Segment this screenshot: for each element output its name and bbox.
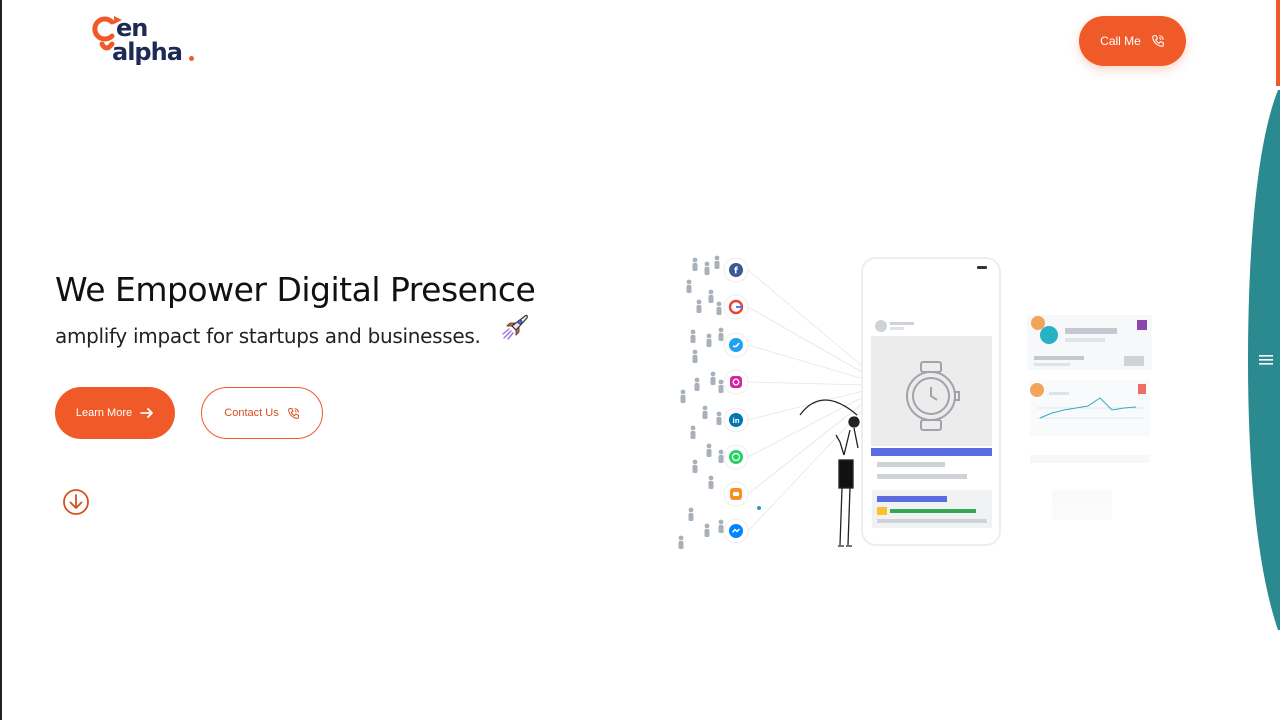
faded-card xyxy=(1030,455,1150,520)
hero-illustration: f in xyxy=(678,255,1152,549)
whatsapp-icon xyxy=(723,444,749,470)
messenger-icon xyxy=(723,518,749,544)
svg-text:in: in xyxy=(732,417,739,425)
rocket-icon xyxy=(502,314,528,340)
facebook-icon: f xyxy=(723,257,749,283)
logo[interactable]: en alpha xyxy=(90,12,200,72)
chat-card xyxy=(1027,315,1152,370)
google-icon xyxy=(723,294,749,320)
logo-dot xyxy=(189,56,194,61)
phone-icon xyxy=(287,407,299,419)
twitter-icon xyxy=(723,332,749,358)
phone-icon xyxy=(1152,35,1164,47)
right-edge-accent xyxy=(1276,0,1280,86)
woman-with-fishing-rod xyxy=(799,399,860,547)
analytics-card xyxy=(1030,380,1150,436)
learn-more-label: Learn More xyxy=(75,407,133,419)
call-me-button[interactable]: Call Me xyxy=(1079,16,1186,66)
phone-mockup xyxy=(861,257,1001,546)
hamburger-menu-icon[interactable] xyxy=(1259,354,1273,366)
logo-text-line2: alpha xyxy=(112,38,183,66)
svg-text:f: f xyxy=(734,267,738,277)
arrow-down-circle-icon[interactable] xyxy=(62,488,90,516)
contact-us-button[interactable]: Contact Us xyxy=(201,387,323,439)
blogger-icon xyxy=(723,481,749,507)
hero-subtitle: amplify impact for startups and business… xyxy=(55,324,481,348)
hero-title: We Empower Digital Presence xyxy=(55,270,536,309)
learn-more-button[interactable]: Learn More xyxy=(55,387,175,439)
people-crowd xyxy=(678,255,724,549)
instagram-icon xyxy=(723,369,749,395)
contact-us-label: Contact Us xyxy=(224,407,279,419)
linkedin-icon: in xyxy=(723,407,749,433)
connection-lines xyxy=(747,269,868,532)
call-me-label: Call Me xyxy=(1100,34,1141,48)
arrow-right-icon xyxy=(140,408,154,418)
